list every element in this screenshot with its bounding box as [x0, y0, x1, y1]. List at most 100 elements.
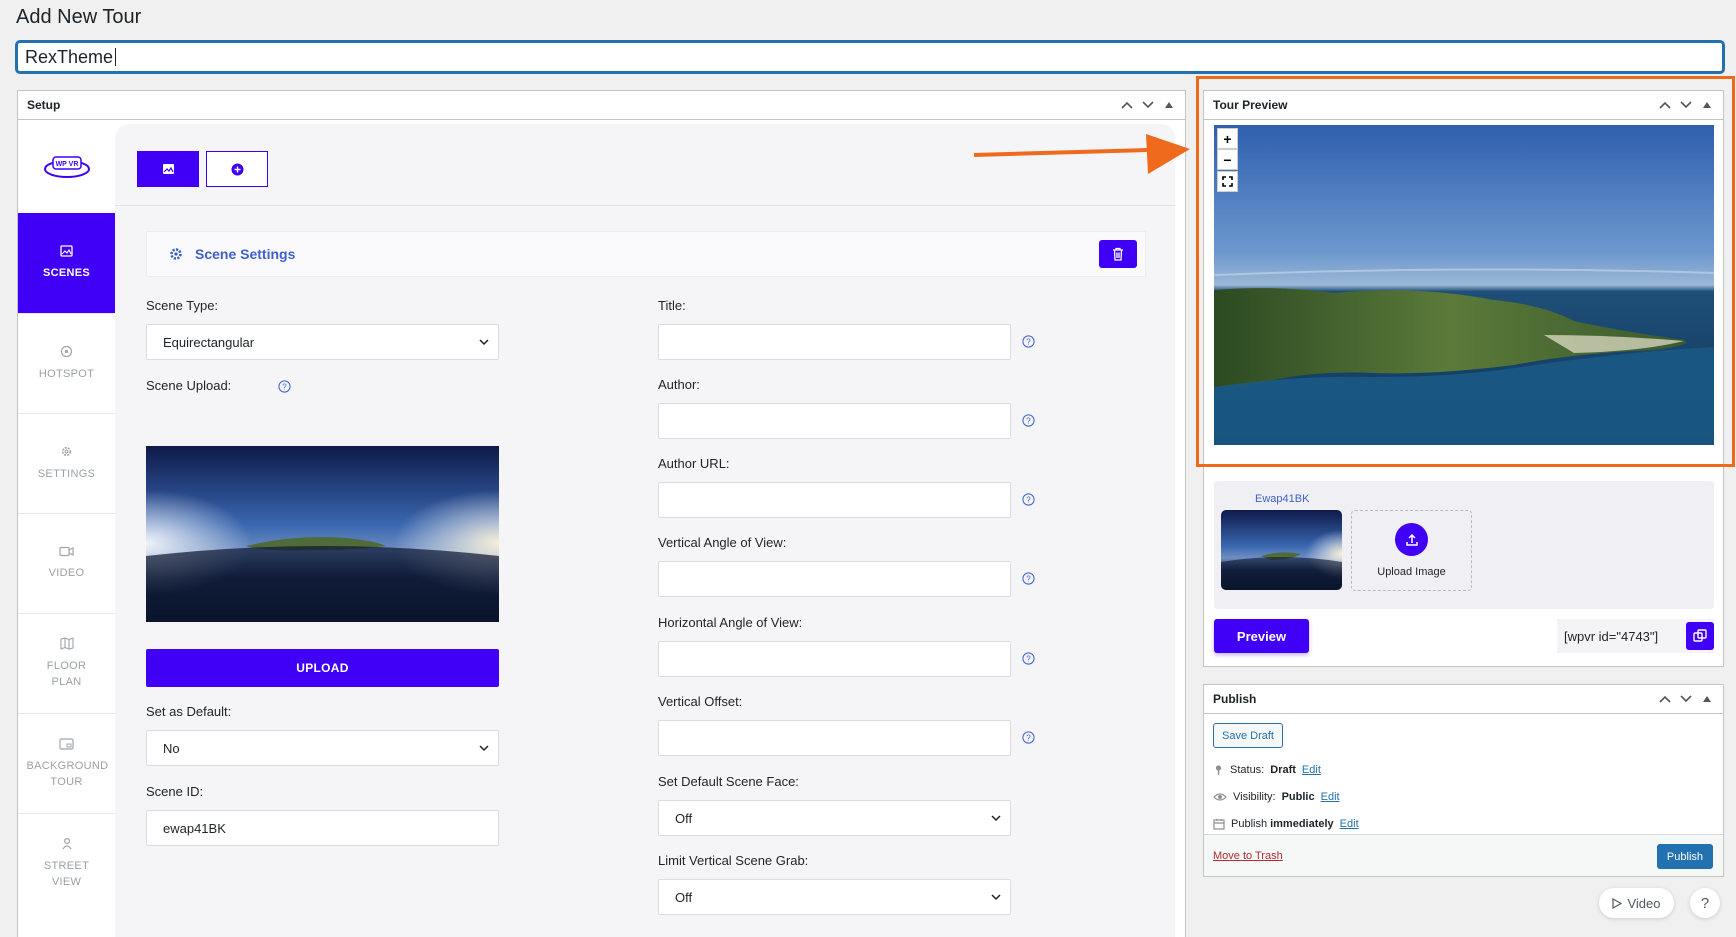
highlight-box	[1196, 76, 1735, 467]
horizontal-angle-label: Horizontal Angle of View:	[658, 615, 803, 630]
video-help-label: Video	[1627, 895, 1661, 911]
video-help-button[interactable]: Video	[1599, 888, 1674, 918]
annotation-arrow	[973, 134, 1190, 174]
help-button[interactable]: ?	[1690, 888, 1720, 918]
play-icon	[1612, 897, 1623, 909]
trash-icon	[1113, 247, 1123, 261]
publish-schedule-label: Publish	[1231, 818, 1268, 830]
author-input[interactable]	[658, 403, 1011, 439]
author-url-input[interactable]	[658, 482, 1011, 518]
move-down-icon[interactable]	[1140, 98, 1155, 113]
vertical-offset-label: Vertical Offset:	[658, 694, 743, 709]
shortcode-field[interactable]: [wpvr id="4743"]	[1557, 619, 1714, 653]
sidebar-item-background-tour[interactable]: BACKGROUND TOUR	[18, 713, 115, 813]
sidebar-item-hotspot[interactable]: HOTSPOT	[18, 313, 115, 413]
move-up-icon[interactable]	[1657, 692, 1672, 707]
scene-upload-label: Scene Upload:	[146, 378, 232, 393]
eye-icon	[1213, 793, 1227, 801]
help-icon[interactable]: ?	[1022, 652, 1035, 665]
svg-text:?: ?	[1026, 417, 1031, 426]
upload-icon	[1395, 523, 1428, 556]
status-label: Status:	[1230, 764, 1265, 776]
publish-schedule-value: immediately	[1270, 818, 1334, 830]
collapse-toggle-icon[interactable]	[1161, 98, 1176, 113]
scene-settings-title: Scene Settings	[195, 246, 296, 262]
publish-panel: Publish Save Draft Status: Draft Edit Vi…	[1203, 684, 1724, 877]
tour-title-value: RexTheme	[25, 46, 114, 67]
svg-text:?: ?	[1026, 496, 1031, 505]
sidebar-label-floor-plan: FLOOR PLAN	[46, 660, 87, 688]
scene-thumbnail[interactable]	[1221, 510, 1342, 590]
limit-grab-label: Limit Vertical Scene Grab:	[658, 853, 809, 868]
edit-schedule-link[interactable]: Edit	[1340, 818, 1359, 830]
image-icon	[60, 245, 73, 257]
set-default-select[interactable]: No	[146, 730, 499, 766]
scene-id-value: ewap41BK	[163, 820, 226, 836]
sidebar-item-video[interactable]: VIDEO	[18, 513, 115, 613]
help-icon[interactable]: ?	[278, 380, 291, 393]
collapse-toggle-icon[interactable]	[1699, 692, 1714, 707]
move-to-trash-link[interactable]: Move to Trash	[1213, 850, 1283, 862]
status-row: Status: Draft Edit	[1213, 764, 1321, 776]
sidebar-label-scenes: SCENES	[42, 267, 91, 279]
copy-icon	[1693, 629, 1707, 642]
upload-image-button[interactable]: Upload Image	[1351, 510, 1472, 591]
svg-text:?: ?	[1026, 655, 1031, 664]
preview-button[interactable]: Preview	[1214, 619, 1309, 653]
title-label: Title:	[658, 298, 686, 313]
save-draft-button[interactable]: Save Draft	[1213, 723, 1283, 748]
vertical-offset-input[interactable]	[658, 720, 1011, 756]
edit-status-link[interactable]: Edit	[1302, 764, 1321, 776]
help-icon[interactable]: ?	[1022, 572, 1035, 585]
horizontal-angle-input[interactable]	[658, 641, 1011, 677]
scene-settings-bar: Scene Settings	[146, 231, 1146, 277]
edit-visibility-link[interactable]: Edit	[1321, 791, 1340, 803]
limit-grab-select[interactable]: Off	[658, 879, 1011, 915]
tab-add-scene[interactable]	[206, 151, 268, 187]
upload-button[interactable]: UPLOAD	[146, 649, 499, 687]
copy-shortcode-button[interactable]	[1686, 622, 1714, 650]
map-icon	[59, 637, 74, 650]
setup-main-area: Scene Settings Scene Type: Equirectangul…	[115, 124, 1175, 937]
sidebar-label-settings: SETTINGS	[37, 468, 96, 480]
scene-id-input[interactable]: ewap41BK	[146, 810, 499, 846]
help-icon[interactable]: ?	[1022, 493, 1035, 506]
scene-list: Ewap41BK Upload Image	[1214, 481, 1714, 609]
title-input[interactable]	[658, 324, 1011, 360]
help-icon[interactable]: ?	[1022, 414, 1035, 427]
wpvr-sidebar: WP VR SCENES HOTSPOT SETTINGS VIDEO FLOO…	[18, 121, 115, 937]
setup-panel: Setup WP VR SCENES HOTSPOT SETTINGS VIDE…	[17, 90, 1186, 937]
sidebar-item-scenes[interactable]: SCENES	[18, 213, 115, 313]
sidebar-item-street-view[interactable]: STREET VIEW	[18, 813, 115, 913]
publish-title: Publish	[1213, 692, 1257, 706]
move-down-icon[interactable]	[1678, 692, 1693, 707]
scene-type-label: Scene Type:	[146, 298, 219, 313]
status-value: Draft	[1270, 764, 1296, 776]
default-face-label: Set Default Scene Face:	[658, 774, 799, 789]
scene-id-label: Scene ID:	[146, 784, 204, 799]
svg-text:?: ?	[282, 383, 287, 392]
target-icon	[60, 345, 73, 358]
sidebar-item-settings[interactable]: SETTINGS	[18, 413, 115, 513]
sidebar-item-floor-plan[interactable]: FLOOR PLAN	[18, 613, 115, 713]
wpvr-logo: WP VR	[18, 121, 115, 213]
tab-image-scene[interactable]	[137, 151, 199, 187]
tour-title-input[interactable]: RexTheme	[16, 41, 1724, 73]
help-icon[interactable]: ?	[1022, 335, 1035, 348]
default-face-select[interactable]: Off	[658, 800, 1011, 836]
sidebar-label-street-view: STREET VIEW	[43, 860, 90, 888]
set-default-label: Set as Default:	[146, 704, 232, 719]
publish-schedule-row: Publish immediately Edit	[1213, 818, 1359, 830]
publish-button[interactable]: Publish	[1656, 844, 1713, 869]
sidebar-label-hotspot: HOTSPOT	[38, 368, 95, 380]
plus-circle-icon	[231, 163, 243, 175]
delete-scene-button[interactable]	[1099, 240, 1137, 268]
move-up-icon[interactable]	[1119, 98, 1134, 113]
publish-header: Publish	[1204, 685, 1723, 714]
text-cursor	[115, 48, 117, 66]
scene-type-select[interactable]: Equirectangular	[146, 324, 499, 360]
help-icon[interactable]: ?	[1022, 731, 1035, 744]
vertical-angle-input[interactable]	[658, 561, 1011, 597]
calendar-icon	[1213, 819, 1225, 830]
gear-icon	[170, 248, 182, 260]
